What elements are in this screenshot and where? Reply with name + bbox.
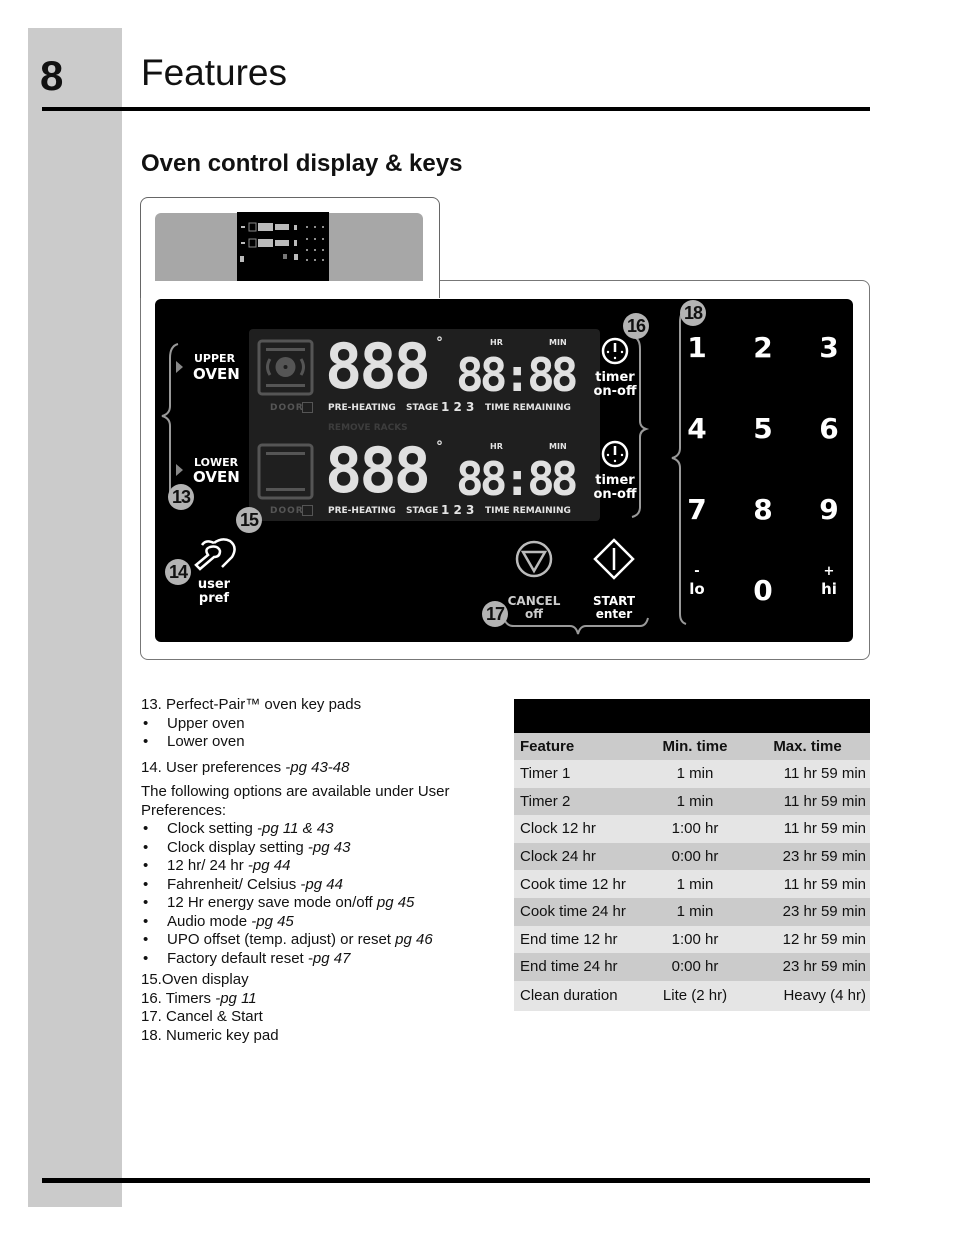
callout-14: 14 [165,559,191,585]
bullet-lower-oven: • Lower oven [143,733,245,750]
door-lock-icon [302,505,313,516]
overview-display-icon [240,222,324,262]
upper-stage-numbers: 1 2 3 [441,400,475,414]
footer-rule [42,1178,870,1183]
lower-min-label: MIN [549,442,567,451]
callout-18: 18 [680,300,706,326]
table-header-row: Feature Min. time Max. time [514,733,870,760]
key-5[interactable]: 5 [743,412,783,445]
item-13: 13. Perfect-Pair™ oven key pads [141,696,362,713]
key-2[interactable]: 2 [743,331,783,364]
pref-bullet: • Fahrenheit/ Celsius -pg 44 [143,875,343,893]
upper-hr-label: HR [490,338,503,347]
key-7[interactable]: 7 [677,493,717,526]
item-14: 14. User preferences -pg 43-48 [141,758,350,776]
table-row: End time 24 hr 0:00 hr 23 hr 59 min [514,953,870,981]
lower-preheating-label: PRE-HEATING [328,506,396,516]
lower-hr-label: HR [490,442,503,451]
pref-bullet: • 12 Hr energy save mode on/off pg 45 [143,894,415,911]
pref-bullet: • Factory default reset -pg 47 [143,949,351,967]
lower-oven-key[interactable] [176,464,183,476]
wrench-heart-icon [194,538,236,571]
cancel-key[interactable]: CANCEL off [506,538,562,621]
bullet-upper-oven: • Upper oven [143,714,245,732]
callout-16: 16 [623,313,649,339]
lower-stage-numbers: 1 2 3 [441,503,475,517]
key-9[interactable]: 9 [809,493,849,526]
lo-key[interactable]: - lo [677,564,717,598]
upper-min-label: MIN [549,338,567,347]
item-18: 18. Numeric key pad [141,1026,279,1044]
door-lock-icon [302,402,313,413]
key-1[interactable]: 1 [677,331,717,364]
table-row: End time 12 hr 1:00 hr 12 hr 59 min [514,925,870,954]
key-4[interactable]: 4 [677,412,717,445]
upper-temp-digits: 888 [325,330,431,403]
item-16: 16. Timers -pg 11 [141,989,257,1007]
section-title: Oven control display & keys [141,150,463,177]
lower-oven-label: OVEN [193,468,240,486]
page-number: 8 [40,52,64,99]
convection-fan-icon [257,339,314,396]
key-0[interactable]: 0 [743,574,783,607]
lower-time-remaining-label: TIME REMAINING [485,506,571,516]
upper-oven-key[interactable] [176,361,183,373]
upper-time-remaining-label: TIME REMAINING [485,403,571,413]
user-pref-intro: The following options are available unde… [141,783,450,819]
item-15: 15.Oven display [141,971,249,988]
key-3[interactable]: 3 [809,331,849,364]
pref-bullet: • Clock display setting -pg 43 [143,838,351,856]
hi-key[interactable]: + hi [809,564,849,598]
table-row: Clock 24 hr 0:00 hr 23 hr 59 min [514,842,870,871]
bracket-16 [631,336,650,518]
upper-oven-small-label: UPPER [194,352,236,365]
triangle-right-icon [176,361,183,373]
bracket-17 [503,617,649,635]
lower-stage-label: STAGE [406,506,439,516]
user-pref-key[interactable]: user pref [192,537,240,606]
bake-element-icon [257,443,314,500]
table-row: Cook time 12 hr 1 min 11 hr 59 min [514,870,870,898]
pref-bullet: • Audio mode -pg 45 [143,912,294,930]
side-tab-bar [28,28,122,1207]
feature-descriptions: 13. Perfect-Pair™ oven key pads • Upper o… [141,696,501,1045]
upper-time-digits: 88:88 [456,348,579,402]
start-key[interactable]: START enter [586,538,642,621]
pref-bullet: • UPO offset (temp. adjust) or reset pg 4… [143,931,433,948]
callout-17: 17 [482,601,508,627]
upper-door-label: DOOR [270,403,304,413]
upper-stage-label: STAGE [406,403,439,413]
upper-preheating-label: PRE-HEATING [328,403,396,413]
item-17: 17. Cancel & Start [141,1008,263,1025]
pref-bullet: • Clock setting -pg 11 & 43 [143,820,334,837]
lower-door-label: DOOR [270,506,304,516]
upper-degree-symbol: ° [436,335,443,351]
table-row: Clock 12 hr 1:00 hr 11 hr 59 min [514,815,870,843]
page-title: Features [141,52,288,93]
key-8[interactable]: 8 [743,493,783,526]
lower-temp-digits: 888 [325,434,431,507]
pref-bullet: • 12 hr/ 24 hr -pg 44 [143,857,291,874]
key-6[interactable]: 6 [809,412,849,445]
remove-racks-label: REMOVE RACKS [328,423,408,433]
cancel-triangle-icon [515,540,553,578]
table-row: Cook time 24 hr 1 min 23 hr 59 min [514,897,870,926]
lower-time-digits: 88:88 [456,452,579,506]
upper-oven-label: OVEN [193,365,240,383]
table-row: Clean duration Lite (2 hr) Heavy (4 hr) [514,980,870,1011]
callout-15: 15 [236,507,262,533]
table-row: Timer 21 min 11 hr 59 min [514,787,870,816]
time-limits-table: Feature Min. time Max. time Timer 11 min… [514,699,870,1011]
header-rule [42,107,870,111]
callout-13: 13 [168,484,194,510]
lower-degree-symbol: ° [436,439,443,455]
start-diamond-icon [593,538,635,580]
triangle-right-icon [176,464,183,476]
table-title-bar [514,699,870,733]
table-row: Timer 11 min 11 hr 59 min [514,760,870,788]
control-panel-overview-display [237,212,329,281]
